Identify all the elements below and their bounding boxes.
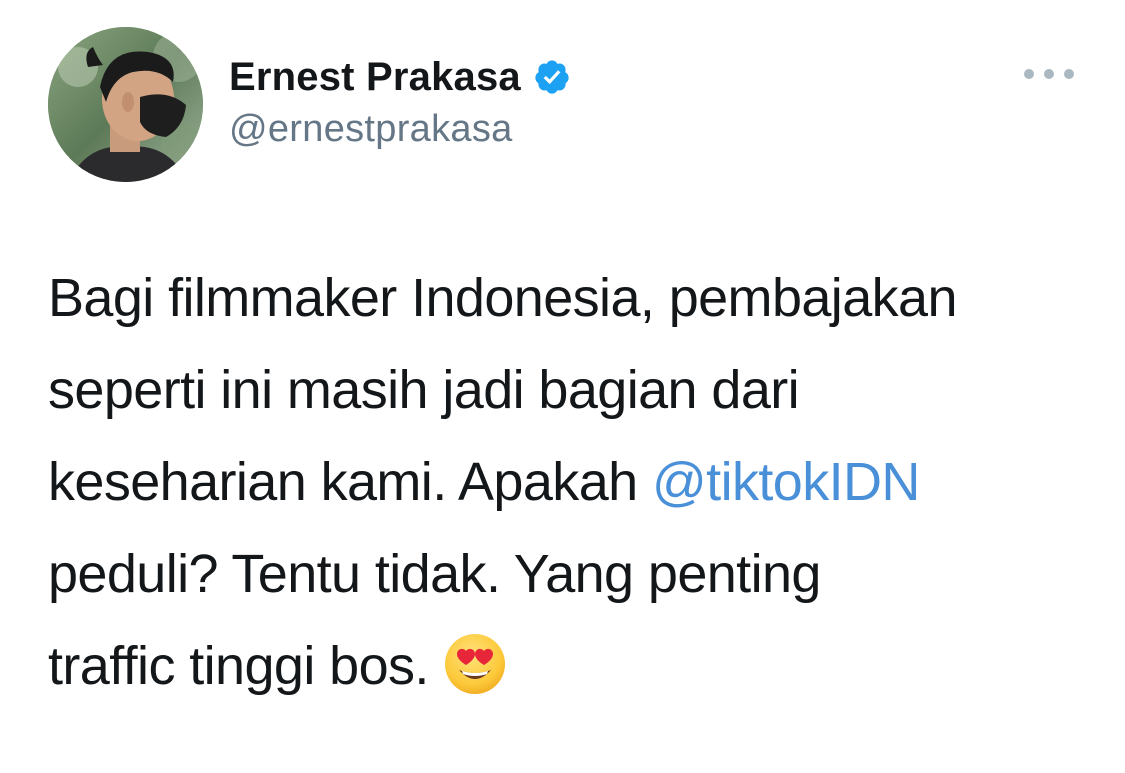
tweet-line: seperti ini masih jadi bagian dari	[48, 360, 800, 420]
avatar[interactable]	[48, 27, 203, 182]
more-dot-icon	[1064, 69, 1074, 79]
tweet-line-text: keseharian kami. Apakah	[48, 452, 652, 512]
verified-badge-icon	[533, 58, 571, 96]
user-handle[interactable]: @ernestprakasa	[229, 108, 513, 151]
tweet-card: Ernest Prakasa @ernestprakasa Bagi filmm…	[0, 0, 1125, 773]
tweet-line-text: traffic tinggi bos.	[48, 636, 429, 696]
heart-eyes-emoji-icon	[443, 632, 507, 696]
name-row: Ernest Prakasa	[229, 52, 571, 102]
display-name[interactable]: Ernest Prakasa	[229, 55, 521, 100]
tweet-line: Bagi filmmaker Indonesia, pembajakan	[48, 268, 958, 328]
tweet-line: peduli? Tentu tidak. Yang penting	[48, 544, 821, 604]
more-dot-icon	[1044, 69, 1054, 79]
tweet-line: keseharian kami. Apakah @tiktokIDN	[48, 436, 1098, 528]
tweet-line: traffic tinggi bos.	[48, 620, 1098, 712]
mention-link[interactable]: @tiktokIDN	[652, 452, 920, 512]
more-options-button[interactable]	[1024, 62, 1074, 86]
avatar-image	[48, 27, 203, 182]
more-dot-icon	[1024, 69, 1034, 79]
tweet-text: Bagi filmmaker Indonesia, pembajakan sep…	[48, 252, 1098, 712]
